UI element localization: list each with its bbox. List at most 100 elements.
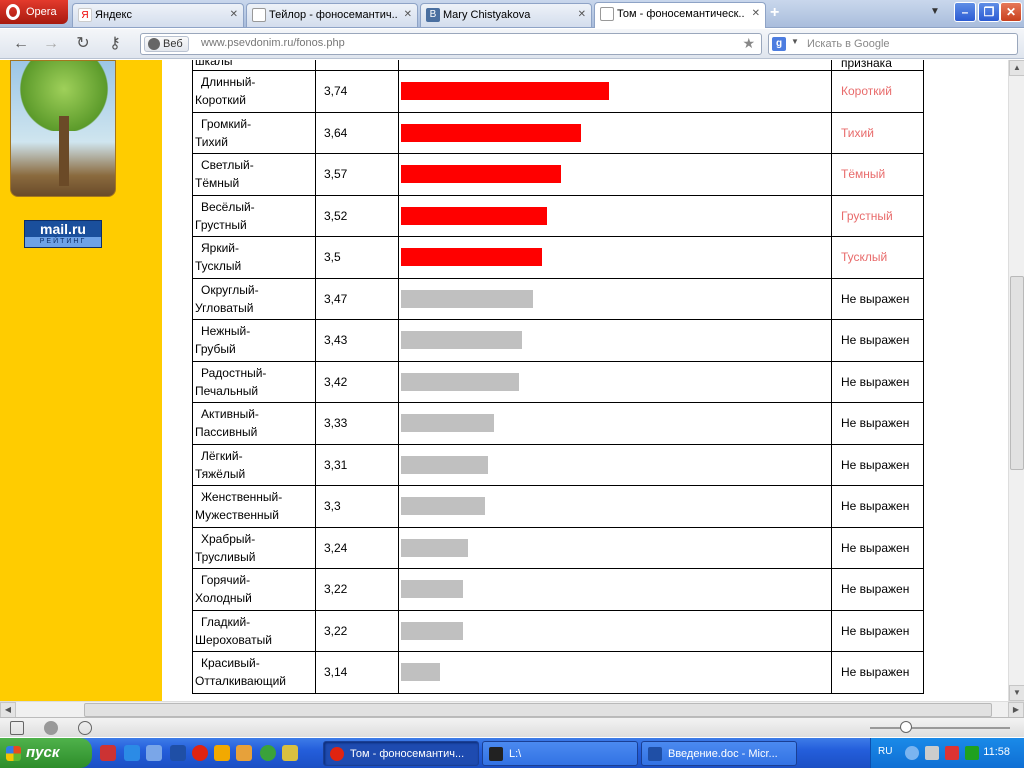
vertical-scroll-thumb[interactable]	[1010, 276, 1024, 470]
bookmark-star-icon[interactable]: ★	[742, 35, 755, 52]
key-icon[interactable]: ⚷	[104, 33, 126, 55]
search-engine-dropdown-icon[interactable]: ▼	[791, 37, 799, 46]
score-bar-cell	[398, 651, 832, 694]
tab-list-dropdown-icon[interactable]: ▼	[930, 6, 940, 17]
scale-pair-first: Горячий-	[201, 573, 251, 588]
close-tab-icon[interactable]: ✕	[230, 4, 238, 26]
mailru-rating-logo[interactable]: mail.ru РЕЙТИНГ	[24, 220, 102, 248]
site-info-badge[interactable]: Веб	[144, 36, 189, 52]
close-tab-icon[interactable]: ✕	[404, 4, 412, 26]
app-icon[interactable]	[214, 745, 230, 761]
tray-app-icon[interactable]	[965, 746, 979, 760]
page-icon	[252, 8, 266, 22]
scale-pair-cell: Яркий- Тусклый	[192, 236, 316, 279]
score-bar-cell	[398, 194, 832, 237]
table-row: Храбрый- Трусливый 3,24 Не выражен	[192, 526, 924, 569]
scale-pair-second: Тёмный	[195, 176, 240, 191]
language-indicator[interactable]: RU	[878, 746, 892, 757]
task-opera-window[interactable]: Том - фоносемантич...	[323, 741, 479, 766]
score-bar-cell	[398, 609, 832, 652]
sign-result: Короткий	[831, 70, 924, 113]
tab-yandex[interactable]: Я Яндекс ✕	[72, 3, 244, 27]
score-value: 3,43	[315, 319, 399, 362]
app-icon[interactable]	[236, 745, 252, 761]
table-row: Гладкий- Шероховатый 3,22 Не выражен	[192, 609, 924, 652]
tab-tom-active[interactable]: Том - фоносемантическ... ✕	[594, 2, 766, 28]
panel-toggle-icon[interactable]	[10, 721, 24, 735]
navigation-bar: ← → ↻ ⚷ Веб www.psevdonim.ru/fonos.php ★…	[0, 29, 1024, 59]
yandex-icon: Я	[78, 8, 92, 22]
speed-dial-icon[interactable]	[78, 721, 92, 735]
opera-menu-label: Opera	[26, 6, 57, 18]
minimize-button[interactable]: –	[954, 2, 976, 22]
score-bar	[401, 82, 609, 101]
scale-pair-first: Светлый-	[201, 158, 254, 173]
task-word-window[interactable]: Введение.doc - Micr...	[641, 741, 797, 766]
tab-teylor[interactable]: Тейлор - фоносемантич... ✕	[246, 3, 418, 27]
horizontal-scrollbar[interactable]: ◀ ▶	[0, 701, 1024, 718]
score-value: 3,31	[315, 443, 399, 486]
scale-pair-first: Округлый-	[201, 282, 259, 297]
internet-explorer-icon[interactable]	[124, 745, 140, 761]
utorrent-icon[interactable]	[260, 745, 276, 761]
opera-menu-button[interactable]: Opera	[0, 0, 68, 24]
scale-pair-cell: Горячий- Холодный	[192, 568, 316, 611]
scroll-down-arrow-icon[interactable]: ▼	[1009, 685, 1024, 701]
scale-pair-cell: Громкий- Тихий	[192, 111, 316, 154]
start-button[interactable]: пуск	[0, 738, 92, 768]
address-field[interactable]: Веб www.psevdonim.ru/fonos.php ★	[140, 33, 762, 55]
score-value: 3,52	[315, 194, 399, 237]
tab-label: Mary Chistyakova	[443, 9, 531, 21]
scale-pair-second: Тусклый	[195, 259, 242, 274]
zoom-slider-handle[interactable]	[900, 721, 912, 733]
score-value: 3,64	[315, 111, 399, 154]
horizontal-scroll-thumb[interactable]	[84, 703, 992, 717]
new-tab-button[interactable]: +	[770, 4, 779, 22]
close-window-button[interactable]: ✕	[1000, 2, 1022, 22]
close-tab-icon[interactable]: ✕	[578, 4, 586, 26]
word-icon	[648, 747, 662, 761]
restore-button[interactable]: ❐	[978, 2, 1000, 22]
show-desktop-icon[interactable]	[146, 745, 162, 761]
scale-pair-first: Весёлый-	[201, 199, 255, 214]
sign-result: Тусклый	[831, 236, 924, 279]
scroll-right-arrow-icon[interactable]: ▶	[1008, 702, 1024, 718]
search-placeholder: Искать в Google	[807, 38, 890, 50]
google-icon[interactable]: g	[772, 37, 786, 51]
score-bar	[401, 663, 440, 682]
scale-pair-first: Длинный-	[201, 75, 256, 90]
tab-mary-chistyakova[interactable]: B Mary Chistyakova ✕	[420, 3, 592, 27]
score-value: 3,14	[315, 651, 399, 694]
score-bar-cell	[398, 153, 832, 196]
score-value: 3,5	[315, 236, 399, 279]
scroll-up-arrow-icon[interactable]: ▲	[1009, 60, 1024, 76]
forward-arrow-icon[interactable]: →	[40, 33, 62, 55]
scroll-left-arrow-icon[interactable]: ◀	[0, 702, 16, 718]
vertical-scrollbar[interactable]: ▲ ▼	[1008, 60, 1024, 701]
antivirus-icon[interactable]	[945, 746, 959, 760]
reload-icon[interactable]: ↻	[72, 33, 94, 55]
scale-pair-second: Тихий	[195, 134, 228, 149]
search-field[interactable]: g ▼ Искать в Google	[768, 33, 1018, 55]
word-icon[interactable]	[170, 745, 186, 761]
cloud-icon[interactable]	[44, 721, 58, 735]
score-bar	[401, 331, 522, 350]
close-tab-icon[interactable]: ✕	[752, 3, 760, 25]
network-icon[interactable]	[925, 746, 939, 760]
clock: 11:58	[983, 746, 1010, 758]
table-row: Активный- Пассивный 3,33 Не выражен	[192, 402, 924, 445]
console-icon	[489, 747, 503, 761]
app-icon[interactable]	[282, 745, 298, 761]
globe-icon	[148, 38, 160, 50]
header-scale: шкалы	[195, 60, 233, 68]
task-explorer-window[interactable]: L:\	[482, 741, 638, 766]
back-arrow-icon[interactable]: ←	[10, 33, 32, 55]
scale-pair-cell: Активный- Пассивный	[192, 402, 316, 445]
quicklaunch-app-icon[interactable]	[100, 745, 116, 761]
tab-bar: Opera Я Яндекс ✕ Тейлор - фоносемантич..…	[0, 0, 1024, 28]
opera-icon[interactable]	[192, 745, 208, 761]
main-content: шкалы признака Длинный- Короткий 3,74 Корот…	[162, 60, 1008, 701]
score-bar	[401, 497, 485, 516]
zoom-slider-track[interactable]	[870, 727, 1010, 729]
tray-arrow-icon[interactable]	[905, 746, 919, 760]
